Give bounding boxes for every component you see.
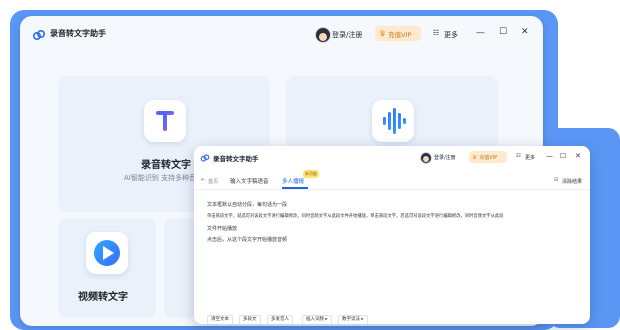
maximize-icon[interactable]: ☐	[560, 152, 566, 160]
login-link[interactable]: 登录/注册	[434, 154, 456, 161]
app-logo-icon	[200, 154, 210, 162]
more-button[interactable]: 更多	[444, 30, 458, 40]
content-line[interactable]: 文件开始播放	[207, 225, 237, 232]
app-title: 录音转文字助手	[50, 29, 106, 38]
clear-text-button[interactable]: 清空文本	[207, 315, 233, 324]
editor-window: 录音转文字助手 登录/注册 ♛ 充值VIP ☷ 更多 — ☐ ✕ ⇤ 首页 输入…	[194, 146, 590, 324]
more-button[interactable]: 更多	[525, 154, 535, 161]
crown-icon: ♛	[379, 29, 387, 38]
back-home-link[interactable]: 首页	[208, 178, 218, 185]
clear-icon[interactable]: ⊟	[554, 177, 558, 183]
card-video-to-text[interactable]: 视频转文字	[58, 218, 156, 318]
text-t-icon	[144, 100, 186, 142]
avatar[interactable]	[315, 27, 331, 43]
insert-pause-button[interactable]: 插入词频 ▸	[302, 315, 332, 324]
number-reading-button[interactable]: 数字读法 ▸	[338, 315, 368, 324]
close-icon[interactable]: ✕	[521, 28, 529, 37]
card-title: 视频转文字	[78, 292, 128, 303]
close-icon[interactable]: ✕	[575, 152, 581, 160]
card-desc: AI智能识别 支持多种音频	[124, 174, 204, 182]
maximize-icon[interactable]: ☐	[499, 28, 507, 37]
content-line[interactable]: 点击后，从这个段文字开始播放音频	[207, 236, 287, 243]
multi-segment-button[interactable]: 多段文	[239, 315, 261, 324]
sound-wave-icon	[372, 100, 414, 142]
content-line[interactable]: 单击某段文字，就选可对该段文字进行编辑修改，同时音频文字从此段文件开始播放。单击…	[207, 213, 503, 219]
menu-icon[interactable]: ☷	[433, 29, 439, 37]
vip-button[interactable]: ♛ 充值VIP	[469, 151, 507, 163]
minimize-icon[interactable]: —	[476, 29, 485, 38]
new-feature-badge: 新功能	[303, 170, 319, 178]
tab-active-indicator	[282, 187, 308, 189]
tab-input-script[interactable]: 输入文字稿语音	[230, 177, 269, 185]
menu-icon[interactable]: ☷	[516, 153, 521, 159]
card-title: 录音转文字	[141, 160, 191, 171]
avatar[interactable]	[420, 152, 432, 164]
app-title: 录音转文字助手	[213, 155, 259, 163]
login-link[interactable]: 登录/注册	[332, 30, 362, 40]
tab-multi-speaker[interactable]: 多人播报	[282, 177, 304, 185]
crown-icon: ♛	[472, 153, 478, 161]
video-play-icon	[86, 232, 128, 274]
content-line[interactable]: 文本框默认自动分段，每句话为一段	[207, 201, 287, 208]
tab-bar: ⇤ 首页 输入文字稿语音 多人播报 新功能 ⊟ 清除结果	[194, 170, 590, 190]
vip-button[interactable]: ♛ 充值VIP	[375, 26, 421, 41]
clear-results-button[interactable]: 清除结果	[562, 178, 582, 185]
app-logo-icon	[32, 29, 46, 41]
minimize-icon[interactable]: —	[546, 152, 553, 160]
back-arrow-icon[interactable]: ⇤	[201, 177, 206, 183]
multi-speaker-button[interactable]: 多发音人	[267, 315, 293, 324]
